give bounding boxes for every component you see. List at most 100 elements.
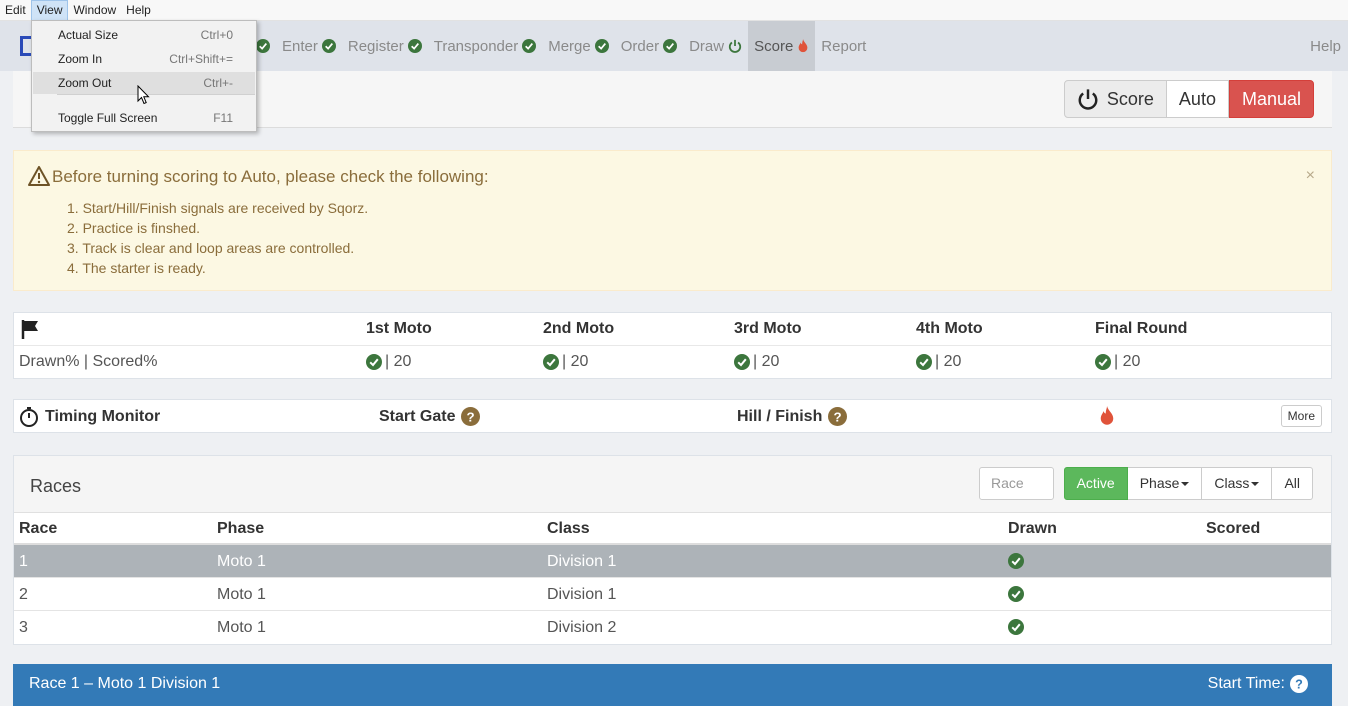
filter-all-button[interactable]: All bbox=[1272, 467, 1313, 500]
close-warning-button[interactable]: × bbox=[1306, 167, 1315, 185]
races-panel-header: Races Race Active Phase Class All bbox=[14, 456, 1331, 513]
moto-cell-final: | 20 bbox=[1095, 353, 1140, 371]
races-table-header: Race Phase Class Drawn Scored bbox=[14, 513, 1331, 545]
table-row[interactable]: 1 Moto 1 Division 1 bbox=[14, 545, 1331, 578]
race-filter-group: Active Phase Class All bbox=[1063, 467, 1313, 500]
warning-triangle-icon bbox=[28, 166, 50, 186]
table-row[interactable]: 2 Moto 1 Division 1 bbox=[14, 578, 1331, 611]
moto-progress-table: 1st Moto 2nd Moto 3rd Moto 4th Moto Fina… bbox=[13, 312, 1332, 379]
menu-item-zoom-in[interactable]: Zoom In Ctrl+Shift+= bbox=[33, 48, 255, 70]
menu-item-shortcut: Ctrl+0 bbox=[200, 28, 233, 42]
filter-class-dropdown[interactable]: Class bbox=[1202, 467, 1273, 500]
table-row[interactable]: 3 Moto 1 Division 2 bbox=[14, 611, 1331, 644]
moto-cell-2: | 20 bbox=[543, 353, 588, 371]
nav-label: Order bbox=[620, 37, 660, 55]
nav-item-register[interactable]: Register bbox=[342, 21, 428, 71]
more-button[interactable]: More bbox=[1280, 405, 1322, 427]
filter-phase-label: Phase bbox=[1139, 475, 1180, 491]
check-circle-icon bbox=[543, 354, 559, 370]
check-circle-icon bbox=[663, 39, 678, 53]
col-scored[interactable]: Scored bbox=[1206, 520, 1260, 538]
menu-item-label: Zoom Out bbox=[58, 76, 112, 90]
checklist-item: 4. The starter is ready. bbox=[67, 260, 206, 276]
moto-cell-4: | 20 bbox=[916, 353, 961, 371]
race-search-input[interactable]: Race bbox=[979, 467, 1054, 500]
filter-class-label: Class bbox=[1214, 475, 1250, 491]
check-circle-icon bbox=[734, 354, 750, 370]
menu-item-label: Zoom In bbox=[58, 52, 103, 66]
checklist-item: 3. Track is clear and loop areas are con… bbox=[67, 240, 355, 256]
menu-window[interactable]: Window bbox=[68, 0, 121, 21]
race-class: Division 1 bbox=[547, 553, 617, 570]
score-label: Score bbox=[1106, 88, 1154, 109]
menu-item-shortcut: Ctrl+Shift+= bbox=[169, 52, 233, 66]
menu-help[interactable]: Help bbox=[121, 0, 156, 21]
start-gate-label: Start Gate bbox=[379, 407, 456, 425]
nav-item-merge[interactable]: Merge bbox=[542, 21, 615, 71]
score-power-button[interactable]: Score bbox=[1063, 80, 1167, 118]
power-icon bbox=[1078, 89, 1098, 110]
check-circle-icon bbox=[1095, 354, 1111, 370]
moto-cell-3: | 20 bbox=[734, 353, 779, 371]
svg-text:?: ? bbox=[1295, 678, 1303, 692]
nav-item-draw[interactable]: Draw bbox=[683, 21, 748, 71]
race-number: 2 bbox=[19, 586, 28, 603]
warning-title: Before turning scoring to Auto, please c… bbox=[52, 167, 489, 186]
nav-label: Score bbox=[754, 37, 794, 55]
menu-item-label: Toggle Full Screen bbox=[58, 111, 158, 125]
moto-cell-value: | 20 bbox=[1114, 353, 1141, 370]
svg-text:?: ? bbox=[834, 409, 842, 424]
fire-icon bbox=[1100, 406, 1114, 425]
nav-item-order[interactable]: Order bbox=[615, 21, 683, 71]
moto-cell-value: | 20 bbox=[385, 353, 412, 370]
col-drawn[interactable]: Drawn bbox=[1008, 520, 1057, 538]
menu-edit[interactable]: Edit bbox=[0, 0, 31, 21]
timing-monitor-title: Timing Monitor bbox=[19, 407, 160, 427]
filter-active-button[interactable]: Active bbox=[1063, 467, 1128, 500]
moto-cell-value: | 20 bbox=[935, 353, 962, 370]
check-circle-icon bbox=[1008, 619, 1024, 635]
manual-button[interactable]: Manual bbox=[1228, 80, 1314, 118]
nav-help-link[interactable]: Help bbox=[1310, 38, 1341, 55]
menu-item-label: Actual Size bbox=[58, 28, 119, 42]
nav-item-enter[interactable]: Enter bbox=[276, 21, 342, 71]
fire-icon bbox=[798, 39, 808, 53]
races-title: Races bbox=[30, 476, 82, 496]
nav-label: Transponder bbox=[433, 37, 519, 55]
nav-item-score[interactable]: Score bbox=[748, 21, 816, 71]
nav-label: Enter bbox=[282, 37, 318, 55]
menu-item-shortcut: F11 bbox=[213, 111, 233, 125]
score-mode-toggle: Score Auto Manual bbox=[1063, 80, 1314, 118]
nav-tabs: Enter Register Transponder Merge Order D… bbox=[252, 21, 872, 71]
race-number: 3 bbox=[19, 619, 28, 636]
moto-col-4: 4th Moto bbox=[916, 320, 983, 337]
moto-col-final: Final Round bbox=[1095, 320, 1188, 337]
col-race[interactable]: Race bbox=[19, 520, 57, 538]
menu-item-actual-size[interactable]: Actual Size Ctrl+0 bbox=[33, 24, 255, 46]
start-time-label: Start Time: bbox=[1207, 675, 1285, 692]
col-phase[interactable]: Phase bbox=[217, 520, 264, 538]
menu-view[interactable]: View bbox=[30, 0, 69, 21]
moto-row-label: Drawn% | Scored% bbox=[19, 353, 158, 370]
nav-item-report[interactable]: Report bbox=[815, 21, 872, 71]
race-number: 1 bbox=[19, 553, 28, 570]
timing-monitor-label: Timing Monitor bbox=[45, 408, 161, 425]
check-circle-icon bbox=[1008, 586, 1024, 602]
check-circle-icon bbox=[594, 39, 609, 53]
nav-label: Report bbox=[821, 37, 867, 55]
check-circle-icon bbox=[1008, 553, 1024, 569]
svg-text:?: ? bbox=[467, 409, 475, 424]
check-circle-icon bbox=[366, 354, 382, 370]
menu-item-toggle-full-screen[interactable]: Toggle Full Screen F11 bbox=[33, 107, 255, 129]
race-class: Division 1 bbox=[547, 586, 617, 603]
check-circle-icon bbox=[407, 39, 422, 53]
question-circle-icon: ? bbox=[461, 407, 481, 426]
nav-item-transponder[interactable]: Transponder bbox=[428, 21, 543, 71]
filter-phase-dropdown[interactable]: Phase bbox=[1127, 467, 1203, 500]
race-detail-header: Race 1 – Moto 1 Division 1 Start Time: ? bbox=[13, 664, 1332, 706]
races-panel: Races Race Active Phase Class All Race P… bbox=[13, 455, 1332, 645]
auto-button[interactable]: Auto bbox=[1166, 80, 1229, 118]
col-class[interactable]: Class bbox=[547, 520, 590, 538]
menu-separator bbox=[57, 94, 255, 95]
question-circle-icon[interactable]: ? bbox=[1290, 675, 1308, 693]
